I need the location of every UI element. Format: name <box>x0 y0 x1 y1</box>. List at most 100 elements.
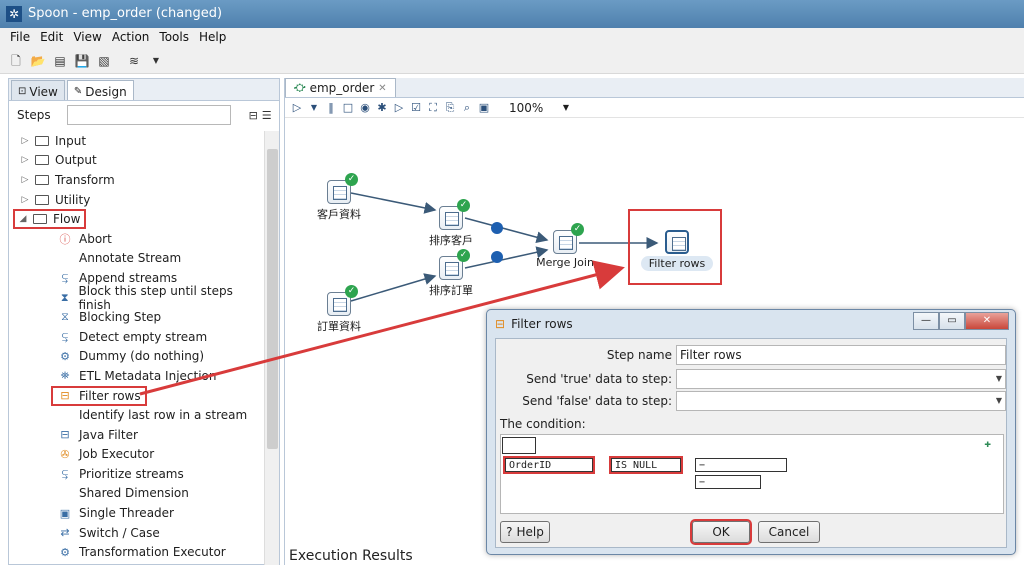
step-label: Detect empty stream <box>79 329 208 344</box>
show-results-icon[interactable]: ▣ <box>478 101 490 114</box>
replay-icon[interactable]: ▷ <box>393 101 405 114</box>
collapse-arrow-icon[interactable]: ◢ <box>15 214 31 224</box>
expand-tree-icon[interactable]: ☰ <box>262 109 272 122</box>
tab-view[interactable]: ⊡ View <box>11 80 65 100</box>
collapse-tree-icon[interactable]: ⊟ <box>249 109 258 122</box>
expand-arrow-icon[interactable]: ▷ <box>17 136 33 146</box>
new-file-icon[interactable]: 🗋 <box>8 53 24 69</box>
debug-icon[interactable]: ✱ <box>376 101 388 114</box>
steps-scrollbar[interactable] <box>264 131 279 565</box>
step-label: ETL Metadata Injection <box>79 368 217 383</box>
step-dummy[interactable]: ⚙ Dummy (do nothing) <box>9 347 263 367</box>
menu-tools[interactable]: Tools <box>155 28 195 48</box>
verify-icon[interactable]: ☑ <box>410 101 422 114</box>
step-label: Java Filter <box>79 427 138 442</box>
condition-field[interactable]: OrderID <box>503 456 595 474</box>
add-condition-icon[interactable]: ✚ <box>984 437 991 450</box>
dropdown-arrow-icon[interactable]: ▼ <box>148 53 164 69</box>
category-flow[interactable]: ◢ Flow <box>9 209 263 230</box>
step-annotate-stream[interactable]: Annotate Stream <box>9 249 263 269</box>
step-detect-empty-stream[interactable]: ⥹ Detect empty stream <box>9 327 263 347</box>
condition-operator[interactable]: IS NULL <box>609 456 683 474</box>
save-as-icon[interactable]: ▧ <box>96 53 112 69</box>
expand-arrow-icon[interactable]: ▷ <box>17 155 33 165</box>
run-dropdown-icon[interactable]: ▼ <box>308 103 320 112</box>
step-transformation-executor[interactable]: ⚙ Transformation Executor <box>9 542 263 562</box>
zoom-select[interactable]: 100% ▼ <box>509 99 569 116</box>
ok-button[interactable]: OK <box>690 519 752 545</box>
step-block-until-finish[interactable]: ⧗ Block this step until steps finish <box>9 284 263 312</box>
dummy-icon: ⚙ <box>60 349 70 363</box>
menu-view[interactable]: View <box>69 28 107 48</box>
true-step-select[interactable]: ▼ <box>676 369 1006 389</box>
save-icon[interactable]: 💾 <box>74 53 90 69</box>
category-output[interactable]: ▷ Output <box>9 151 263 171</box>
execution-results-label: Execution Results <box>289 548 413 564</box>
close-button[interactable]: ✕ <box>965 312 1009 330</box>
step-filter-rows-canvas[interactable]: Filter rows <box>641 230 713 271</box>
step-name-input[interactable]: Filter rows <box>676 345 1006 365</box>
steps-search-input[interactable] <box>66 105 231 125</box>
operator-value: IS NULL <box>615 459 658 471</box>
cancel-button[interactable]: Cancel <box>758 521 820 543</box>
field-value: OrderID <box>509 459 552 471</box>
category-label: Transform <box>55 172 115 187</box>
category-utility[interactable]: ▷ Utility <box>9 190 263 210</box>
window-title: Spoon - emp_order (changed) <box>28 6 223 21</box>
impact-icon[interactable]: ⛶ <box>427 101 439 115</box>
step-label: Identify last row in a stream <box>79 408 248 423</box>
pause-icon[interactable]: ‖ <box>325 101 337 114</box>
minimize-button[interactable]: — <box>913 312 939 330</box>
sql-icon[interactable]: ⎘ <box>444 101 456 115</box>
folder-icon <box>35 155 49 166</box>
perspective-icon[interactable]: ≋ <box>126 53 142 69</box>
maximize-button[interactable]: ▭ <box>939 312 965 330</box>
step-prioritize-streams[interactable]: ⥹ Prioritize streams <box>9 464 263 484</box>
step-sort-order[interactable]: ✓ 排序訂單 <box>421 249 481 298</box>
step-merge-join[interactable]: ✓ Merge Join <box>529 223 601 269</box>
zoom-value: 100% <box>509 100 544 115</box>
step-etl-metadata-injection[interactable]: ⛯ ETL Metadata Injection <box>9 366 263 386</box>
menu-edit[interactable]: Edit <box>36 28 69 48</box>
step-identify-last-row[interactable]: Identify last row in a stream <box>9 405 263 425</box>
tab-design[interactable]: ✎ Design <box>66 80 134 100</box>
step-single-threader[interactable]: ▣ Single Threader <box>9 503 263 523</box>
category-label: Input <box>55 133 87 148</box>
help-button[interactable]: ? Help <box>500 521 550 543</box>
stop-icon[interactable]: □ <box>342 101 354 114</box>
preview-icon[interactable]: ◉ <box>359 101 371 114</box>
open-file-icon[interactable]: 📂 <box>30 53 46 69</box>
tab-emp-order[interactable]: ⛮ emp_order ✕ <box>285 78 396 97</box>
category-input[interactable]: ▷ Input <box>9 131 263 151</box>
condition-value-field[interactable]: − <box>695 458 787 472</box>
chevron-down-icon: ▼ <box>995 396 1002 405</box>
explore-repository-icon[interactable]: ▤ <box>52 53 68 69</box>
info-icon <box>491 222 503 234</box>
step-sort-customer[interactable]: ✓ 排序客戶 <box>421 199 481 248</box>
step-job-executor[interactable]: ✇ Job Executor <box>9 445 263 465</box>
menu-file[interactable]: File <box>6 28 36 48</box>
step-abort[interactable]: ⓘ Abort <box>9 229 263 249</box>
menu-action[interactable]: Action <box>108 28 156 48</box>
step-java-filter[interactable]: ⊟ Java Filter <box>9 425 263 445</box>
condition-value-constant[interactable]: − <box>695 475 761 489</box>
step-filter-rows[interactable]: ⊟ Filter rows <box>9 385 263 406</box>
step-shared-dimension[interactable]: Shared Dimension <box>9 484 263 504</box>
close-tab-icon[interactable]: ✕ <box>378 83 386 94</box>
run-icon[interactable]: ▷ <box>291 101 303 114</box>
step-order-data[interactable]: ✓ 訂單資料 <box>309 285 369 334</box>
step-switch-case[interactable]: ⇄ Switch / Case <box>9 523 263 543</box>
expand-arrow-icon[interactable]: ▷ <box>17 195 33 205</box>
expand-arrow-icon[interactable]: ▷ <box>17 175 33 185</box>
filter-rows-highlight: ⊟ Filter rows <box>51 385 147 406</box>
step-customer-data[interactable]: ✓ 客戶資料 <box>309 173 369 222</box>
scrollbar-thumb[interactable] <box>267 149 278 449</box>
menu-help[interactable]: Help <box>195 28 232 48</box>
folder-icon <box>35 174 49 185</box>
false-step-select[interactable]: ▼ <box>676 391 1006 411</box>
condition-editor[interactable]: OrderID IS NULL − − ✚ <box>500 434 1004 514</box>
negate-box[interactable] <box>502 437 536 454</box>
category-transform[interactable]: ▷ Transform <box>9 170 263 190</box>
explore-db-icon[interactable]: ⌕ <box>461 101 473 115</box>
step-label: 訂單資料 <box>317 320 361 333</box>
